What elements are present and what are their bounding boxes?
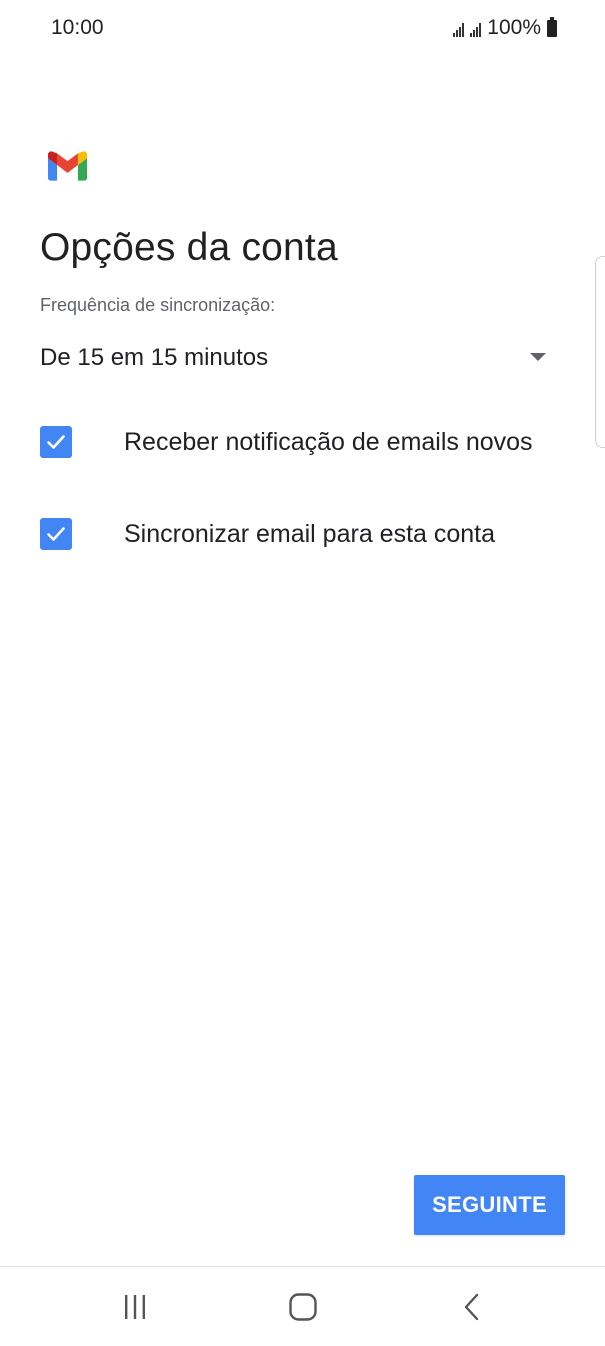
sync-frequency-dropdown[interactable]: De 15 em 15 minutos [40, 336, 552, 380]
edge-panel-handle[interactable] [595, 256, 605, 448]
navigation-bar [0, 1267, 605, 1346]
back-button[interactable] [443, 1283, 503, 1331]
gmail-logo [48, 151, 87, 181]
next-button[interactable]: SEGUINTE [414, 1175, 565, 1235]
signal-icon [470, 21, 482, 37]
sync-frequency-value: De 15 em 15 minutos [40, 344, 269, 371]
battery-icon [547, 16, 557, 37]
notify-new-emails-option[interactable]: Receber notificação de emails novos [40, 414, 570, 470]
recent-apps-icon [125, 1295, 145, 1319]
page-title: Opções da conta [40, 226, 338, 269]
sync-frequency-label: Frequência de sincronização: [40, 295, 276, 315]
signal-icons [453, 19, 482, 37]
status-bar: 10:00 100% [0, 0, 605, 56]
notify-new-emails-checkbox[interactable] [40, 426, 72, 458]
status-icons: 100% [453, 16, 557, 40]
home-icon [289, 1293, 317, 1321]
status-time: 10:00 [51, 16, 104, 39]
sync-email-label: Sincronizar email para esta conta [124, 519, 496, 548]
signal-icon [453, 21, 465, 37]
checkmark-icon [47, 527, 65, 541]
sync-email-option[interactable]: Sincronizar email para esta conta [40, 506, 570, 562]
checkmark-icon [47, 435, 65, 449]
sync-email-checkbox[interactable] [40, 518, 72, 550]
battery-percentage: 100% [487, 16, 541, 39]
recent-apps-button[interactable] [105, 1283, 165, 1331]
dropdown-arrow-icon [530, 353, 546, 361]
notify-new-emails-label: Receber notificação de emails novos [124, 427, 533, 456]
back-icon [464, 1293, 479, 1321]
home-button[interactable] [273, 1283, 333, 1331]
